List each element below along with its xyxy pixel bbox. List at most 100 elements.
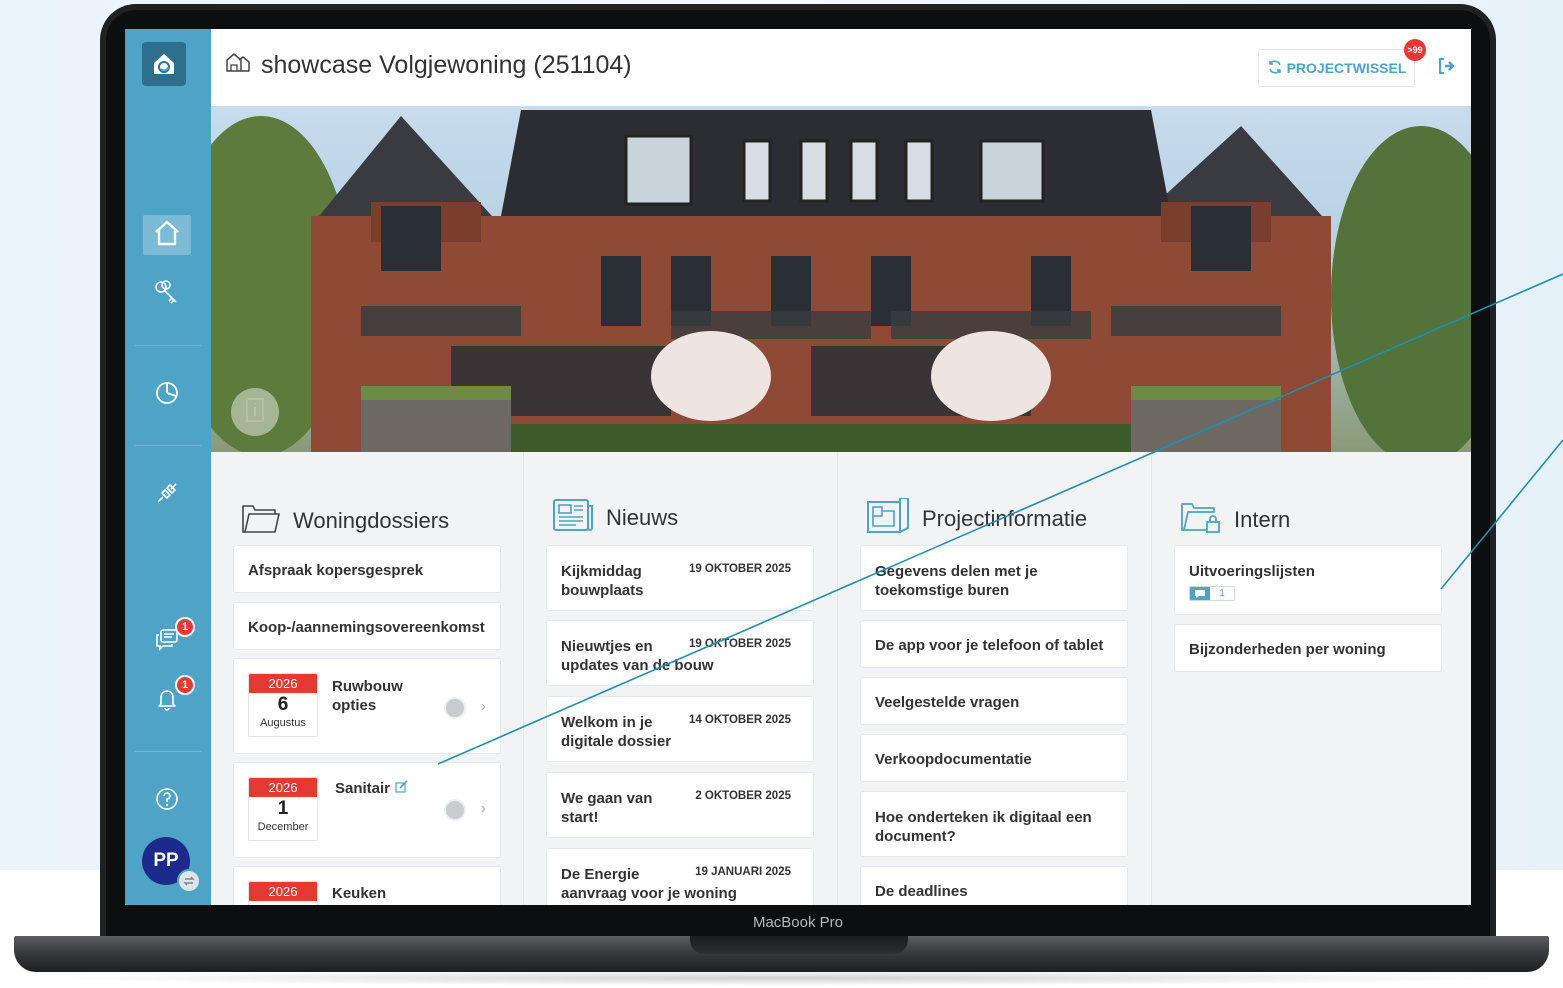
info-item[interactable]: Verkoopdocumentatie xyxy=(860,734,1128,782)
project-switch-label: PROJECTWISSEL xyxy=(1286,60,1407,76)
info-icon xyxy=(244,397,266,428)
list-item[interactable]: Koop-/aannemingsovereenkomst xyxy=(233,602,501,650)
project-switch-button[interactable]: PROJECTWISSEL xyxy=(1258,49,1415,87)
refresh-icon xyxy=(1267,59,1283,78)
news-date: 14 OKTOBER 2025 xyxy=(688,714,791,726)
calendar-year: 2026 xyxy=(249,882,317,901)
projectinformatie-title: Projectinformatie xyxy=(922,506,1088,531)
news-item[interactable]: Nieuwtjes en updates van de bouw 19 OKTO… xyxy=(546,620,814,686)
info-item[interactable]: De deadlines xyxy=(860,866,1128,905)
edit-icon[interactable] xyxy=(395,779,408,798)
chat-bubble-icon xyxy=(1190,587,1210,600)
nieuws-title: Nieuws xyxy=(606,505,679,530)
item-label: Afspraak kopersgesprek xyxy=(248,562,424,579)
locked-folder-icon xyxy=(1180,500,1222,540)
news-title: Welkom in je digitale dossier xyxy=(561,713,671,751)
option-item[interactable]: 2026 1 December Sanitair › xyxy=(233,762,501,858)
info-label: De deadlines xyxy=(875,883,968,900)
switch-user-icon[interactable] xyxy=(177,869,201,893)
question-icon xyxy=(152,784,182,819)
topbar: showcase Volgjewoning (251104) PROJECTWI… xyxy=(211,29,1471,106)
info-label-line: toekomstige buren xyxy=(875,582,1010,599)
option-item[interactable]: 2026 6 Augustus Ruwbouw opties › xyxy=(233,658,501,754)
info-item[interactable]: Gegevens delen met je toekomstige buren xyxy=(860,545,1128,611)
sidebar-divider xyxy=(135,445,201,446)
laptop-shadow xyxy=(40,970,1523,986)
calendar-year: 2026 xyxy=(249,778,317,797)
woningdossiers-heading: Woningdossiers xyxy=(241,502,449,540)
buildings-icon xyxy=(225,51,251,80)
intern-item[interactable]: Bijzonderheden per woning xyxy=(1174,624,1442,672)
info-item[interactable]: Hoe onderteken ik digitaal een document? xyxy=(860,791,1128,857)
news-title-line: Kijkmiddag xyxy=(561,563,642,580)
chevron-right-icon[interactable]: › xyxy=(481,800,486,818)
news-title: We gaan van start! xyxy=(561,789,652,827)
house-logo-icon[interactable] xyxy=(142,42,186,86)
status-toggle[interactable] xyxy=(444,697,466,719)
sidebar-divider xyxy=(135,751,201,752)
intern-column: Intern Uitvoeringslijsten 1 Bijzonderhed… xyxy=(1152,452,1471,905)
option-label-line: Ruwbouw xyxy=(332,678,403,695)
projectinformatie-heading: Projectinformatie xyxy=(866,497,1088,540)
news-item[interactable]: We gaan van start! 2 OKTOBER 2025 xyxy=(546,772,814,838)
sidebar-item-chart[interactable] xyxy=(143,375,191,415)
project-switch-badge: >99 xyxy=(1404,39,1426,61)
calendar-year: 2026 xyxy=(249,674,317,693)
news-title-line: start! xyxy=(561,809,599,826)
news-date: 2 OKTOBER 2025 xyxy=(695,790,791,802)
sidebar-item-keys[interactable] xyxy=(143,275,191,315)
home-icon xyxy=(152,218,182,253)
news-title-line: aanvraag voor je woning xyxy=(561,885,737,902)
woningdossiers-title: Woningdossiers xyxy=(293,508,450,533)
dashboard-content: Woningdossiers Afspraak kopersgesprek Ko… xyxy=(211,452,1471,905)
message-count-badge: 1 xyxy=(1189,586,1235,601)
list-item[interactable]: Afspraak kopersgesprek xyxy=(233,545,501,593)
status-toggle[interactable] xyxy=(444,799,466,821)
sidebar-item-connect[interactable] xyxy=(143,475,191,515)
messages-badge: 1 xyxy=(175,617,195,637)
news-title-line: Welkom in je xyxy=(561,714,653,731)
option-label-line: Sanitair xyxy=(335,780,391,797)
news-date: 19 JANUARI 2025 xyxy=(695,866,791,878)
hero-image xyxy=(211,106,1471,452)
intern-item[interactable]: Uitvoeringslijsten 1 xyxy=(1174,545,1442,615)
logout-button[interactable] xyxy=(1431,49,1463,87)
news-title: Kijkmiddag bouwplaats xyxy=(561,562,644,600)
news-item[interactable]: Kijkmiddag bouwplaats 19 OKTOBER 2025 xyxy=(546,545,814,611)
news-item[interactable]: De Energie aanvraag voor je woning 19 JA… xyxy=(546,848,814,905)
info-label: Verkoopdocumentatie xyxy=(875,751,1032,768)
info-item[interactable]: Veelgestelde vragen xyxy=(860,677,1128,725)
option-label: Keuken xyxy=(332,885,387,902)
info-label: Gegevens delen met je toekomstige buren xyxy=(875,562,1038,600)
info-item[interactable]: De app voor je telefoon of tablet xyxy=(860,620,1128,668)
sidebar-item-help[interactable] xyxy=(143,781,191,821)
info-label-line: Hoe onderteken ik digitaal een xyxy=(875,809,1092,826)
option-label-line: opties xyxy=(332,697,377,714)
news-title-line: We gaan van xyxy=(561,790,653,807)
laptop-notch xyxy=(690,936,908,954)
woningdossiers-column: Woningdossiers Afspraak kopersgesprek Ko… xyxy=(211,452,524,905)
intern-label: Uitvoeringslijsten xyxy=(1189,563,1315,580)
calendar-month: December xyxy=(257,821,309,833)
info-button[interactable] xyxy=(231,388,279,436)
calendar-date: 2026 6 Augustus xyxy=(248,673,318,737)
news-item[interactable]: Welkom in je digitale dossier 14 OKTOBER… xyxy=(546,696,814,762)
pie-chart-icon xyxy=(152,378,182,413)
device-label: MacBook Pro xyxy=(752,914,844,931)
folder-icon xyxy=(241,502,281,540)
floorplan-icon xyxy=(866,497,910,540)
news-title-line: bouwplaats xyxy=(561,582,644,599)
page-title: showcase Volgjewoning (251104) xyxy=(225,51,632,80)
plug-icon xyxy=(152,478,182,513)
message-count: 1 xyxy=(1210,587,1234,600)
intern-label: Bijzonderheden per woning xyxy=(1189,641,1386,658)
building-illustration xyxy=(211,110,1471,452)
calendar-day: 6 xyxy=(277,694,289,715)
calendar-month: Augustus xyxy=(260,717,306,729)
item-label: Koop-/aannemingsovereenkomst xyxy=(248,619,485,636)
info-label: Veelgestelde vragen xyxy=(875,694,1020,711)
logout-icon xyxy=(1437,57,1457,80)
sidebar-item-home[interactable] xyxy=(143,215,191,255)
option-item[interactable]: 2026 Keuken xyxy=(233,866,501,905)
chevron-right-icon[interactable]: › xyxy=(481,698,486,716)
